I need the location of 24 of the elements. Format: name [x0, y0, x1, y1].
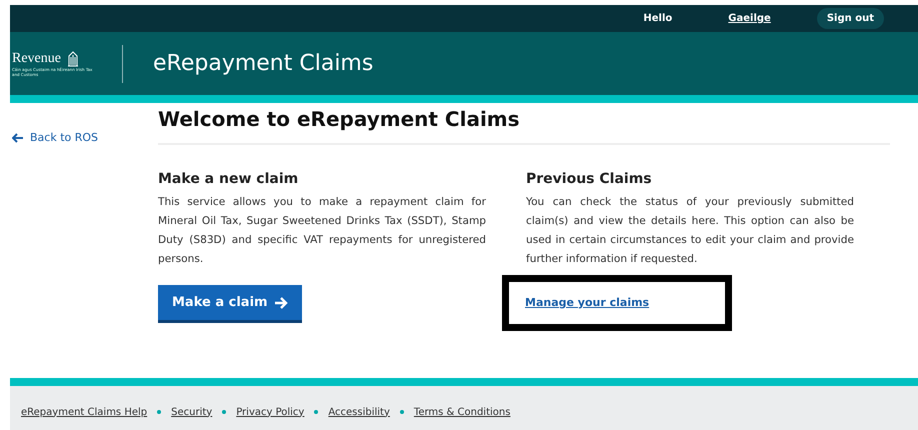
manage-claims-link[interactable]: Manage your claims	[525, 296, 650, 309]
separator-dot	[400, 410, 404, 414]
header-title: eRepayment Claims	[153, 51, 374, 76]
section-text: This service allows you to make a repayment claim for Mineral Oil Tax, Sugar Sweetened Drinks Tax (SSDT), Stamp Duty (S83D) and specific VAT repayments for unregistered persons.	[158, 195, 486, 267]
footer-link[interactable]: eRepayment Claims Help	[21, 406, 148, 418]
separator-dot	[314, 410, 318, 414]
section-heading: Make a new claim	[158, 171, 298, 187]
separator-dot	[157, 410, 162, 414]
separator-dot	[222, 410, 226, 414]
section-heading: Previous Claims	[526, 171, 652, 187]
language-link[interactable]: Gaeilge	[728, 13, 771, 24]
footer-link[interactable]: Security	[171, 406, 212, 418]
sign-out-button[interactable]: Sign out	[816, 8, 884, 29]
make-claim-button[interactable]: Make a claim	[158, 285, 302, 323]
section-text: You can check the status of your previously submitted claim(s) and view the details here. This option can also be used in certain circumstances to edit your claim and provide further information if requested.	[526, 195, 854, 267]
footer-link[interactable]: Terms & Conditions	[414, 406, 510, 418]
page-title: Welcome to eRepayment Claims	[158, 103, 890, 145]
footer-link[interactable]: Accessibility	[328, 406, 390, 418]
arrow-right-icon	[274, 296, 288, 308]
logo-text: Revenue	[12, 50, 61, 66]
greeting-text: Hello	[643, 13, 672, 24]
back-link[interactable]: Back to ROS	[10, 131, 158, 144]
arrow-left-icon	[12, 132, 24, 142]
footer-link[interactable]: Privacy Policy	[236, 406, 304, 418]
